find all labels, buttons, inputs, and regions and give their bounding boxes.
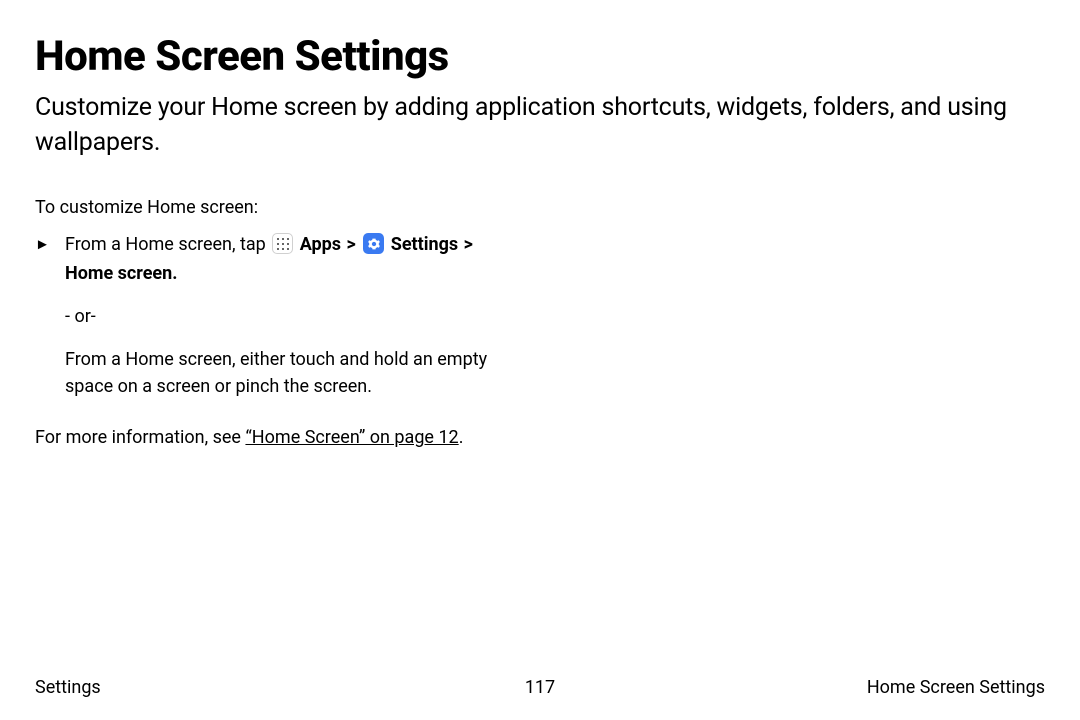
footer-left: Settings: [35, 677, 101, 698]
intro-paragraph: Customize your Home screen by adding app…: [35, 90, 1045, 160]
chevron-right-icon: >: [347, 231, 356, 258]
apps-label: Apps: [300, 234, 341, 255]
or-separator: - or-: [35, 303, 555, 330]
step-line: From a Home screen, tap Apps > Settings …: [65, 234, 474, 255]
period: .: [172, 263, 177, 284]
footer-right: Home Screen Settings: [867, 677, 1045, 698]
footer-page-number: 117: [525, 677, 555, 698]
alt-instruction: From a Home screen, either touch and hol…: [35, 346, 535, 400]
lead-line: To customize Home screen:: [35, 194, 555, 221]
cross-reference-link[interactable]: “Home Screen” on page 12: [245, 427, 458, 448]
apps-grid-icon: [272, 233, 293, 254]
body-column: To customize Home screen: ► From a Home …: [35, 194, 555, 451]
settings-label: Settings: [391, 234, 458, 255]
play-marker-icon: ►: [35, 231, 50, 257]
step-continuation: Home screen.: [35, 260, 555, 287]
settings-gear-icon: [363, 233, 384, 254]
page: Home Screen Settings Customize your Home…: [0, 0, 1080, 720]
page-title: Home Screen Settings: [35, 34, 1045, 80]
step-prefix: From a Home screen, tap: [65, 234, 270, 255]
chevron-right-icon: >: [464, 231, 473, 258]
more-info-suffix: .: [459, 427, 464, 448]
home-screen-label: Home screen: [65, 263, 172, 284]
page-footer: Settings 117 Home Screen Settings: [0, 677, 1080, 698]
step-item: ► From a Home screen, tap Apps > Setting…: [35, 231, 555, 258]
more-info-line: For more information, see “Home Screen” …: [35, 424, 555, 451]
more-info-prefix: For more information, see: [35, 427, 245, 448]
